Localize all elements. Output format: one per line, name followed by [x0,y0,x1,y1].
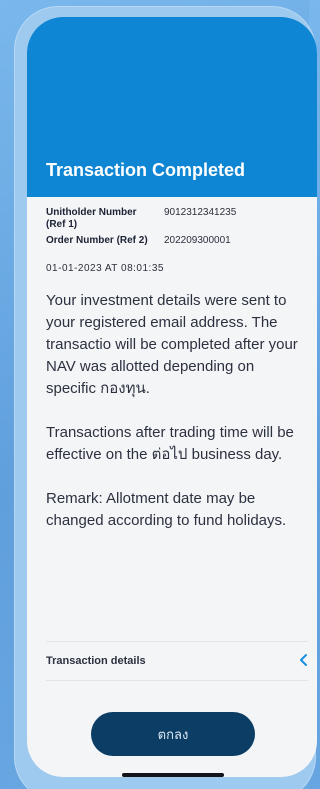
transaction-details-label: Transaction details [46,655,146,667]
transaction-datetime: 01-01-2023 AT 08:01:35 [46,263,164,274]
divider-top [46,641,308,642]
order-number-label: Order Number (Ref 2) [46,235,148,246]
order-number-row: Order Number (Ref 2) 202209300001 [46,235,308,263]
confirmation-message: Your investment details were sent to you… [46,290,308,532]
message-paragraph-2: Transactions after trading time will be … [46,424,294,463]
message-paragraph-3: Remark: Allotment date may be changed ac… [46,490,287,529]
header-banner: Transaction Completed [27,17,317,197]
home-indicator [122,773,224,777]
transaction-details-toggle[interactable]: Transaction details [46,654,308,673]
order-number-value: 202209300001 [164,235,231,246]
unitholder-number-row: Unitholder Number (Ref 1) 9012312341235 [46,207,308,235]
transaction-summary: Unitholder Number (Ref 1) 9012312341235 … [46,197,308,554]
page-title: Transaction Completed [46,160,246,180]
unitholder-number-label: Unitholder Number (Ref 1) [46,207,137,230]
divider-bottom [46,680,308,681]
confirm-button[interactable]: ตกลง [91,712,255,756]
chevron-left-icon[interactable] [296,652,312,668]
app-screen: Transaction Completed Unitholder Number … [27,17,317,777]
message-paragraph-1: Your investment details were sent to you… [46,292,298,397]
unitholder-number-value: 9012312341235 [164,207,237,218]
